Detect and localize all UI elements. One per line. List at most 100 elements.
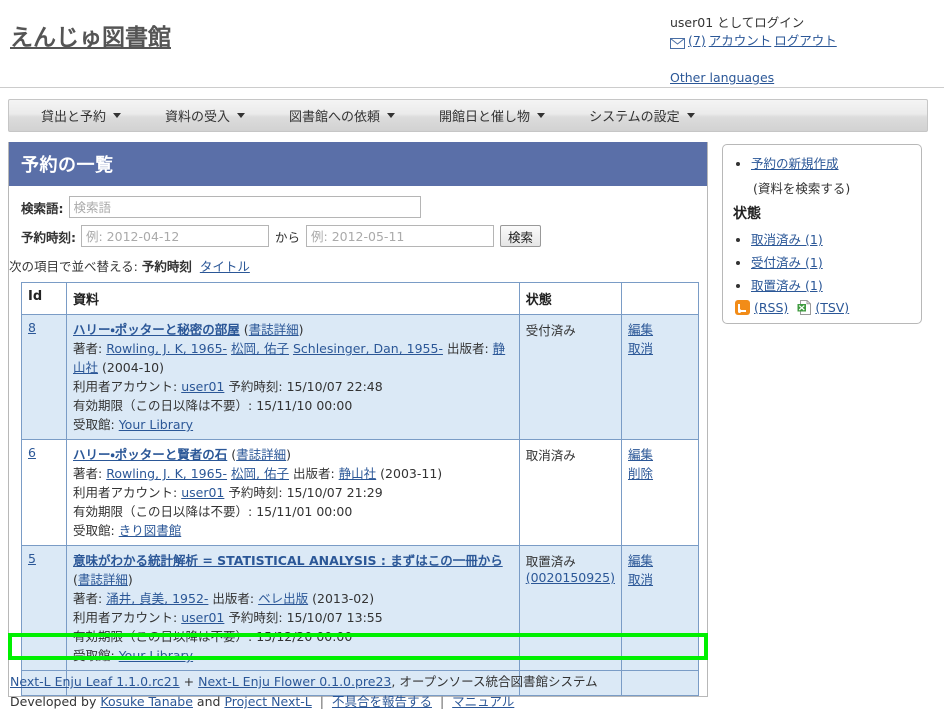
expiration-value: 15/12/20 00:00 xyxy=(256,629,353,644)
search-button[interactable]: 検索 xyxy=(500,225,542,247)
account-label: 利用者アカウント: xyxy=(73,485,178,500)
expiration-label: 有効期限（この日以降は不要）: xyxy=(73,504,253,519)
author-link[interactable]: Rowling, J. K, 1965- xyxy=(106,341,227,356)
publisher-link[interactable]: 静山社 xyxy=(339,466,377,481)
material-title-link[interactable]: ハリー・ポッターと秘密の部屋 xyxy=(73,322,240,337)
date-to-input[interactable] xyxy=(306,225,495,247)
author-link[interactable]: Schlesinger, Dan, 1955- xyxy=(293,341,443,356)
column-header-id: Id xyxy=(21,282,67,315)
author-link[interactable]: 松岡, 佑子 xyxy=(231,466,289,481)
logout-link[interactable]: ログアウト xyxy=(774,32,837,49)
edit-link[interactable]: 編集 xyxy=(628,445,692,464)
manual-link[interactable]: マニュアル xyxy=(452,694,514,709)
bibliographic-detail-link[interactable]: 書誌詳細 xyxy=(78,572,128,587)
author-label: 著者: xyxy=(73,466,103,481)
sidebar-item-new-reserve[interactable]: 予約の新規作成 xyxy=(751,155,911,172)
site-title[interactable]: えんじゅ図書館 xyxy=(10,18,171,52)
bibliographic-detail-link[interactable]: 書誌詳細 xyxy=(236,447,286,462)
table-row: 8 ハリー・ポッターと秘密の部屋 (書誌詳細) 著者: Rowling, J. … xyxy=(21,314,699,440)
state-label: 取消済み xyxy=(751,232,802,247)
date-from-input[interactable] xyxy=(81,225,269,247)
publisher-label: 出版者: xyxy=(212,591,255,606)
account-label: 利用者アカウント: xyxy=(73,610,178,625)
row-status-cell: 取消済み xyxy=(518,439,623,546)
sidebar-item-state-accepted[interactable]: 受付済み (1) xyxy=(751,254,911,271)
row-material-cell: ハリー・ポッターと秘密の部屋 (書誌詳細) 著者: Rowling, J. K,… xyxy=(66,314,520,440)
edit-link[interactable]: 編集 xyxy=(628,320,692,339)
reserve-id-link[interactable]: 5 xyxy=(28,551,36,566)
reserves-table: Id 資料 状態 8 ハリー・ポッターと秘密の部屋 (書誌詳細) 著者: Row… xyxy=(21,282,699,696)
status-badge: 取置済み xyxy=(525,554,576,569)
new-reserve-note: (資料を検索する) xyxy=(753,181,851,196)
enju-flower-version-link[interactable]: Next-L Enju Flower 0.1.0.pre23 xyxy=(198,674,391,689)
item-identifier-link[interactable]: (0020150925) xyxy=(526,570,615,585)
menu-item-system-settings[interactable]: システムの設定 xyxy=(589,106,695,125)
delete-link[interactable]: 削除 xyxy=(628,464,692,483)
reserved-at-value: 15/10/07 13:55 xyxy=(286,610,383,625)
enju-leaf-version-link[interactable]: Next-L Enju Leaf 1.1.0.rc21 xyxy=(10,674,180,689)
row-actions-cell: 編集 削除 xyxy=(621,439,699,546)
search-input[interactable] xyxy=(68,196,421,218)
footer-separator: | xyxy=(319,694,324,709)
state-label: 受付済み xyxy=(751,255,802,270)
sidebar-item-state-retained[interactable]: 取置済み (1) xyxy=(751,277,911,294)
reserve-id-link[interactable]: 8 xyxy=(28,320,36,335)
bug-report-link[interactable]: 不具合を報告する xyxy=(332,694,432,709)
project-link[interactable]: Project Next-L xyxy=(224,694,311,709)
user-account-link[interactable]: user01 xyxy=(181,379,224,394)
author-link[interactable]: 涌井, 貞美, 1952- xyxy=(106,591,208,606)
author-link[interactable]: 松岡, 佑子 xyxy=(231,341,289,356)
state-link[interactable]: 取置済み (1) xyxy=(751,278,823,293)
table-header-row: Id 資料 状態 xyxy=(21,282,699,315)
tsv-link[interactable]: (TSV) xyxy=(815,300,849,315)
expiration-label: 有効期限（この日以降は不要）: xyxy=(73,398,253,413)
column-header-actions xyxy=(621,282,699,315)
reserve-id-link[interactable]: 6 xyxy=(28,445,36,460)
new-reserve-link[interactable]: 予約の新規作成 xyxy=(751,156,839,171)
state-count: (1) xyxy=(805,278,823,293)
pickup-library-link[interactable]: Your Library xyxy=(119,417,193,432)
state-link[interactable]: 受付済み (1) xyxy=(751,255,823,270)
account-link[interactable]: アカウント xyxy=(709,32,772,49)
pickup-library-link[interactable]: Your Library xyxy=(119,648,193,663)
footer-tagline: , オープンソース統合図書館システム xyxy=(391,674,598,689)
state-label: 取置済み xyxy=(751,278,802,293)
sidebar-item-state-cancelled[interactable]: 取消済み (1) xyxy=(751,231,911,248)
menu-item-requests[interactable]: 図書館への依頼 xyxy=(289,106,396,125)
publisher-label: 出版者: xyxy=(446,341,489,356)
state-count: (1) xyxy=(805,232,823,247)
search-form: 検索語: 予約時刻: から 検索 xyxy=(9,186,707,247)
material-title-link[interactable]: 意味がわかる統計解析 = STATISTICAL ANALYSIS : まずはこ… xyxy=(73,553,503,568)
account-label: 利用者アカウント: xyxy=(73,379,178,394)
menu-item-circulation[interactable]: 貸出と予約 xyxy=(41,106,122,125)
menu-item-acquisition[interactable]: 資料の受入 xyxy=(165,106,246,125)
menu-item-events[interactable]: 開館日と催し物 xyxy=(439,106,546,125)
pickup-library-label: 受取館: xyxy=(73,523,115,538)
menu-label: システムの設定 xyxy=(589,110,680,125)
row-id-cell: 6 xyxy=(21,439,67,546)
rss-link[interactable]: (RSS) xyxy=(754,300,788,315)
pickup-library-link[interactable]: きり図書館 xyxy=(119,523,182,538)
publisher-link[interactable]: ベレ出版 xyxy=(258,591,308,606)
user-account-link[interactable]: user01 xyxy=(181,485,224,500)
messages-count-link[interactable]: (7) xyxy=(688,32,706,49)
author-link[interactable]: Rowling, J. K, 1965- xyxy=(106,466,227,481)
cancel-link[interactable]: 取消 xyxy=(628,570,692,589)
cancel-link[interactable]: 取消 xyxy=(628,339,692,358)
state-link[interactable]: 取消済み (1) xyxy=(751,232,823,247)
row-actions-cell: 編集 取消 xyxy=(621,545,699,671)
pickup-library-label: 受取館: xyxy=(73,648,115,663)
chevron-down-icon xyxy=(113,113,122,118)
material-title-link[interactable]: ハリー・ポッターと賢者の石 xyxy=(73,447,227,462)
bibliographic-detail-link[interactable]: 書誌詳細 xyxy=(249,322,299,337)
user-account-link[interactable]: user01 xyxy=(181,610,224,625)
edit-link[interactable]: 編集 xyxy=(628,551,692,570)
rss-icon xyxy=(735,300,750,315)
author-link[interactable]: Kosuke Tanabe xyxy=(100,694,193,709)
other-languages-link[interactable]: Other languages xyxy=(670,70,774,85)
menu-label: 開館日と催し物 xyxy=(439,110,531,125)
sort-by-title-link[interactable]: タイトル xyxy=(200,259,250,274)
menu-label: 図書館への依頼 xyxy=(289,110,381,125)
column-header-material: 資料 xyxy=(66,282,520,315)
feed-links: (RSS) (TSV) xyxy=(733,300,911,315)
